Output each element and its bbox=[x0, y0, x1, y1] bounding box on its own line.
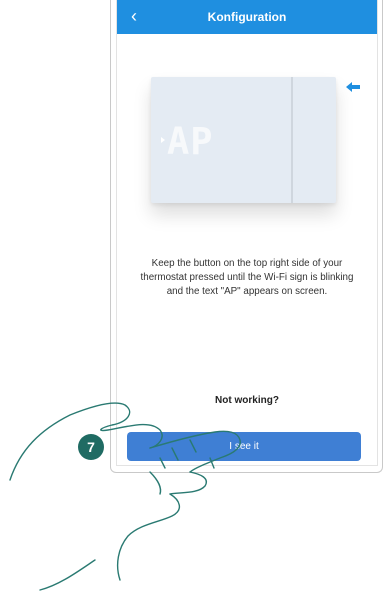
arrow-left-icon bbox=[346, 82, 360, 92]
thermostat-display-text: AP bbox=[167, 120, 214, 163]
thermostat-illustration: AP bbox=[151, 77, 336, 203]
thermostat-body: AP bbox=[151, 77, 336, 203]
header-bar: ‹ Konfiguration bbox=[117, 0, 377, 34]
i-see-it-button[interactable]: I see it bbox=[127, 432, 361, 461]
instruction-line: Keep the button on the top right side of… bbox=[151, 258, 343, 269]
page-title: Konfiguration bbox=[207, 10, 287, 24]
instruction-line: thermostat pressed until the Wi-Fi sign … bbox=[140, 272, 354, 283]
phone-frame: ‹ Konfiguration AP Keep the button on th… bbox=[110, 0, 383, 473]
not-working-link[interactable]: Not working? bbox=[117, 395, 377, 406]
arrow-left-icon bbox=[161, 137, 165, 143]
step-number-badge: 7 bbox=[78, 434, 104, 460]
instruction-line: and the text "AP" appears on screen. bbox=[166, 286, 328, 297]
app-screen: ‹ Konfiguration AP Keep the button on th… bbox=[116, 0, 378, 466]
instruction-text: Keep the button on the top right side of… bbox=[127, 257, 367, 299]
thermostat-divider bbox=[291, 77, 293, 203]
